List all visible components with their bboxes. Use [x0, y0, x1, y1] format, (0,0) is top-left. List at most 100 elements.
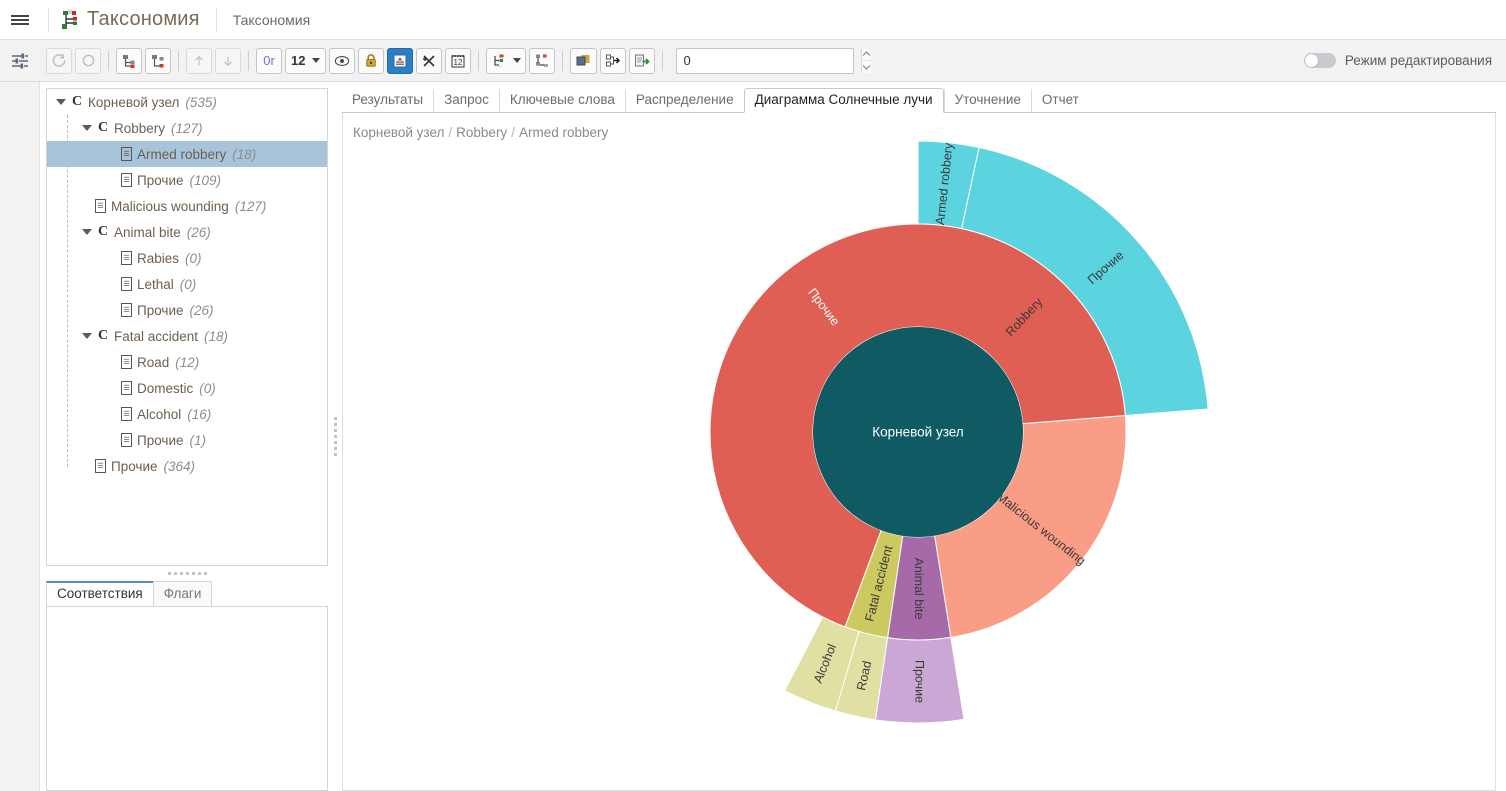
tree-node-13[interactable]: ☰ Прочие (1)	[47, 427, 327, 453]
document-node-icon: ☰	[121, 303, 132, 317]
tree-node-count: (12)	[175, 354, 200, 370]
vertical-splitter[interactable]	[328, 82, 342, 791]
main-tab-5[interactable]: Уточнение	[943, 89, 1031, 112]
move-down-button[interactable]	[215, 47, 241, 74]
taxonomy-tree[interactable]: C Корневой узел (535) C Robbery (127) ☰ Armed r…	[46, 88, 328, 566]
header-divider-2	[215, 7, 217, 32]
tree-node-3[interactable]: ☰ Прочие (109)	[47, 167, 327, 193]
left-rail	[0, 82, 40, 791]
edit-mode-label: Режим редактирования	[1344, 53, 1492, 68]
collapse-tree-button[interactable]	[145, 47, 171, 74]
main-tab-4[interactable]: Диаграмма Солнечные лучи	[743, 88, 944, 113]
export-report-button[interactable]	[629, 47, 656, 74]
chevron-down-icon[interactable]	[79, 229, 95, 235]
undo-button[interactable]	[75, 47, 101, 74]
tree-node-count: (18)	[232, 146, 257, 162]
toolbar-button-group: 0r 12 12	[40, 47, 872, 74]
tree-node-10[interactable]: ☰ Road (12)	[47, 349, 327, 375]
tree-node-label: Animal bite	[114, 224, 181, 240]
tree-node-label: Alcohol	[137, 406, 182, 422]
export-node-button[interactable]	[600, 47, 627, 74]
visibility-button[interactable]	[329, 47, 356, 74]
chart-panel: Результаты Запрос Ключевые слова Распределе…	[342, 82, 1506, 791]
toolbar-divider-4	[478, 50, 480, 71]
tree-node-12[interactable]: ☰ Alcohol (16)	[47, 401, 327, 427]
tree-node-8[interactable]: ☰ Прочие (26)	[47, 297, 327, 323]
tree-node-label: Lethal	[137, 276, 174, 292]
calendar-button[interactable]: 12	[445, 47, 472, 74]
class-node-icon: C	[97, 224, 109, 239]
tree-node-14[interactable]: ☰ Прочие (364)	[47, 453, 327, 479]
breadcrumb-item-0[interactable]: Корневой узел	[353, 125, 444, 140]
breadcrumb-separator: /	[511, 125, 515, 140]
main-content: C Корневой узел (535) C Robbery (127) ☰ Armed r…	[0, 82, 1506, 791]
main-tab-6[interactable]: Отчет	[1030, 89, 1089, 112]
sunburst-chart[interactable]: RobberyArmed robberyПрочиеMalicious woun…	[343, 113, 1493, 773]
sunburst-toggle-button[interactable]	[387, 47, 414, 74]
tree-node-count: (16)	[187, 406, 212, 422]
main-tab-2[interactable]: Ключевые слова	[498, 89, 625, 112]
toolbar-divider-5	[562, 50, 564, 71]
expand-tree-button[interactable]	[116, 47, 142, 74]
tree-node-5[interactable]: C Animal bite (26)	[47, 219, 327, 245]
tree-node-9[interactable]: C Fatal accident (18)	[47, 323, 327, 349]
breadcrumb-item-1[interactable]: Robbery	[456, 125, 507, 140]
tree-node-4[interactable]: ☰ Malicious wounding (127)	[47, 193, 327, 219]
tree-node-7[interactable]: ☰ Lethal (0)	[47, 271, 327, 297]
header-breadcrumb: Таксономия	[232, 11, 311, 28]
chevron-down-icon[interactable]	[862, 61, 872, 73]
node-paint-button[interactable]	[486, 47, 527, 74]
chevron-down-icon[interactable]	[79, 125, 95, 131]
move-up-button[interactable]	[186, 47, 212, 74]
chevron-down-icon	[513, 58, 522, 63]
toolbar-divider-2	[178, 50, 179, 71]
node-tool-button[interactable]	[529, 47, 556, 74]
document-node-icon: ☰	[121, 251, 132, 265]
spinner-input[interactable]	[677, 48, 862, 73]
toolbar-divider-1	[108, 50, 109, 71]
main-tab-1[interactable]: Запрос	[433, 89, 499, 112]
breadcrumb: Корневой узел / Robbery / Armed robbery	[353, 125, 608, 140]
class-node-icon: C	[97, 120, 109, 135]
bottom-tab-0[interactable]: Соответствия	[46, 581, 154, 606]
tree-node-count: (0)	[179, 276, 197, 292]
breadcrumb-item-2[interactable]: Armed robbery	[519, 125, 608, 140]
document-node-icon: ☰	[121, 173, 132, 187]
document-node-icon: ☰	[121, 147, 132, 161]
layers-button[interactable]	[570, 47, 598, 74]
level-select-value: 12	[291, 53, 306, 68]
value-spinner[interactable]	[676, 47, 872, 74]
level-select[interactable]: 12	[285, 47, 327, 74]
bottom-tabstrip: Соответствия Флаги	[46, 580, 328, 606]
redo-button[interactable]	[46, 47, 72, 74]
sunburst-center-label: Корневой узел	[872, 425, 963, 440]
tree-node-label: Domestic	[137, 380, 194, 396]
toolbar-divider-6	[662, 50, 664, 71]
lock-button[interactable]	[358, 47, 385, 74]
toolbar-divider-3	[248, 50, 249, 71]
bottom-tab-1[interactable]: Флаги	[152, 581, 213, 606]
chevron-down-icon[interactable]	[53, 99, 69, 105]
plus-minus-button[interactable]	[416, 47, 443, 74]
horizontal-splitter[interactable]	[46, 566, 328, 580]
hamburger-icon[interactable]	[0, 0, 40, 40]
document-node-icon: ☰	[95, 459, 106, 473]
sunburst-chart-area[interactable]: Корневой узел / Robbery / Armed robbery Robb…	[342, 113, 1496, 791]
header-divider-1	[48, 7, 49, 32]
chevron-up-icon[interactable]	[862, 48, 872, 61]
tree-node-2[interactable]: ☰ Armed robbery (18)	[47, 141, 327, 167]
matches-panel	[46, 606, 328, 791]
chevron-down-icon[interactable]	[79, 333, 95, 339]
tree-node-0[interactable]: C Корневой узел (535)	[47, 89, 327, 115]
edit-mode-toggle[interactable]	[1303, 53, 1336, 68]
main-tab-3[interactable]: Распределение	[624, 89, 744, 112]
zero-r-button[interactable]: 0r	[256, 47, 282, 74]
slice-label-r2-2-0: Прочие	[912, 660, 926, 703]
sliders-icon[interactable]	[0, 40, 40, 81]
breadcrumb-separator: /	[448, 125, 453, 140]
tree-node-1[interactable]: C Robbery (127)	[47, 115, 327, 141]
main-tab-0[interactable]: Результаты	[342, 89, 433, 112]
tree-node-6[interactable]: ☰ Rabies (0)	[47, 245, 327, 271]
tree-node-11[interactable]: ☰ Domestic (0)	[47, 375, 327, 401]
document-node-icon: ☰	[121, 277, 132, 291]
